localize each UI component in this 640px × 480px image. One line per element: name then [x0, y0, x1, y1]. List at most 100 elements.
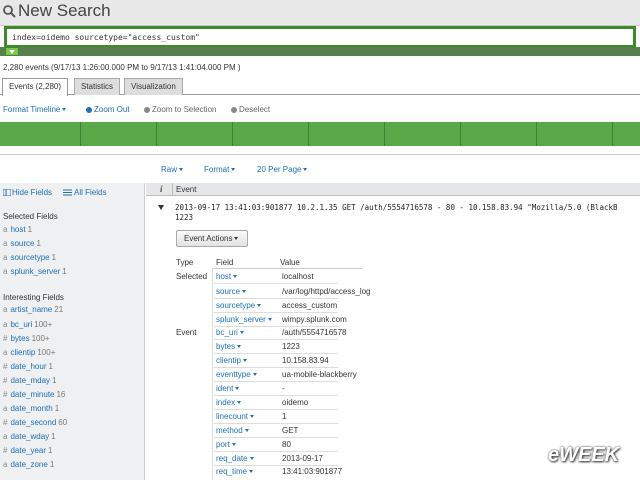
field-item[interactable]: a date_wday 1 — [3, 432, 56, 441]
search-options-dropdown[interactable] — [5, 47, 19, 56]
field-name-menu[interactable]: port — [216, 440, 236, 449]
expand-toggle-icon[interactable] — [158, 205, 164, 210]
field-name-menu[interactable]: splunk_server — [216, 315, 272, 324]
field-item[interactable]: # date_second 60 — [3, 418, 67, 427]
field-name: artist_name — [10, 305, 53, 314]
field-item[interactable]: # date_year 1 — [3, 446, 53, 455]
field-name: date_mday — [10, 376, 51, 385]
timeline-bar-divider — [384, 122, 385, 146]
field-name: date_hour — [10, 362, 47, 371]
field-value[interactable]: /var/log/httpd/access_log — [282, 287, 371, 296]
field-name-menu[interactable]: bytes — [216, 342, 242, 351]
field-item[interactable]: # date_mday 1 — [3, 376, 57, 385]
hash-icon: a — [3, 348, 8, 357]
tab-statistics[interactable]: Statistics — [74, 78, 121, 95]
field-name-menu[interactable]: sourcetype — [216, 301, 262, 310]
timeline-histogram[interactable] — [0, 122, 640, 146]
field-count: 100+ — [31, 334, 50, 343]
results-toolbar: Raw Format 20 Per Page — [0, 163, 640, 177]
timeline-toolbar: Format Timeline Zoom Out Zoom to Selecti… — [0, 104, 640, 118]
field-item[interactable]: a date_zone 1 — [3, 460, 54, 469]
field-value[interactable]: 1223 — [282, 342, 300, 351]
chevron-down-icon — [231, 443, 236, 447]
hash-icon: a — [3, 253, 8, 262]
field-value[interactable]: - — [282, 384, 285, 393]
field-value[interactable]: ua-mobile-blackberry — [282, 370, 357, 379]
field-value[interactable]: oidemo — [282, 398, 308, 407]
tab-events[interactable]: Events (2,280) — [2, 78, 69, 96]
zoom-out-label: Zoom Out — [94, 105, 130, 114]
field-count: 1 — [51, 253, 57, 262]
row-divider — [214, 381, 338, 382]
chevron-down-icon — [179, 168, 184, 172]
sidebar-header: Hide Fields All Fields — [0, 183, 145, 199]
field-name-menu[interactable]: clientip — [216, 356, 247, 365]
field-name-menu[interactable]: req_time — [216, 467, 254, 476]
field-name-menu[interactable]: host — [216, 272, 238, 281]
field-name-menu[interactable]: ident — [216, 384, 240, 393]
event-raw-text[interactable]: 2013-09-17 13:41:03:901877 10.2.1.35 GET… — [175, 203, 618, 212]
field-name: req_date — [216, 454, 248, 463]
hide-fields-button[interactable]: Hide Fields — [2, 188, 52, 197]
field-value[interactable]: 80 — [282, 440, 291, 449]
field-value[interactable]: 2013-09-17 — [282, 454, 323, 463]
field-name: bytes — [10, 334, 30, 343]
format-timeline-menu[interactable]: Format Timeline — [3, 105, 67, 114]
zoom-to-selection-button[interactable]: Zoom to Selection — [144, 105, 216, 114]
fields-sidebar: Hide Fields All Fields Selected Fields a… — [0, 183, 145, 480]
event-table-header: i Event — [146, 183, 640, 196]
field-item[interactable]: a splunk_server 1 — [3, 267, 67, 276]
field-item[interactable]: # date_minute 16 — [3, 390, 65, 399]
field-value[interactable]: wimpy.splunk.com — [282, 315, 347, 324]
field-item[interactable]: a bc_uri 100+ — [3, 320, 52, 329]
field-name-menu[interactable]: req_date — [216, 454, 254, 463]
search-input[interactable] — [7, 29, 633, 45]
field-item[interactable]: a date_month 1 — [3, 404, 59, 413]
field-name-menu[interactable]: bc_uri — [216, 328, 244, 337]
field-count: 16 — [56, 390, 66, 399]
field-value[interactable]: access_custom — [282, 301, 337, 310]
table-divider — [212, 268, 362, 269]
chevron-down-icon — [249, 457, 254, 461]
field-item[interactable]: a clientip 100+ — [3, 348, 55, 357]
field-name-menu[interactable]: eventtype — [216, 370, 257, 379]
field-count: 100+ — [37, 348, 56, 357]
field-item[interactable]: # date_hour 1 — [3, 362, 53, 371]
field-item[interactable]: a artist_name 21 — [3, 305, 63, 314]
deselect-button[interactable]: Deselect — [231, 105, 270, 114]
field-name-menu[interactable]: source — [216, 287, 247, 296]
row-divider — [214, 283, 338, 284]
field-item[interactable]: a source 1 — [3, 239, 41, 248]
chevron-down-icon — [234, 237, 239, 241]
per-page-menu[interactable]: 20 Per Page — [257, 165, 308, 174]
field-name-menu[interactable]: linecount — [216, 412, 255, 421]
field-value[interactable]: 13:41:03:901877 — [282, 467, 342, 476]
event-column-header[interactable]: Event — [176, 185, 196, 194]
search-bar[interactable] — [4, 26, 636, 48]
field-name-menu[interactable]: index — [216, 398, 242, 407]
field-name: bc_uri — [10, 320, 33, 329]
field-count: 1 — [52, 376, 57, 385]
field-value[interactable]: 10.158.83.94 — [282, 356, 329, 365]
field-value[interactable]: GET — [282, 426, 298, 435]
field-value[interactable]: /auth/5554716578 — [282, 328, 347, 337]
raw-view-menu[interactable]: Raw — [161, 165, 184, 174]
field-count: 60 — [58, 418, 68, 427]
field-value[interactable]: localhost — [282, 272, 314, 281]
field-item[interactable]: a sourcetype 1 — [3, 253, 56, 262]
all-fields-button[interactable]: All Fields — [63, 188, 106, 197]
field-name-menu[interactable]: method — [216, 426, 249, 435]
chevron-down-icon — [244, 429, 249, 433]
format-menu[interactable]: Format — [204, 165, 236, 174]
field-item[interactable]: a host 1 — [3, 225, 32, 234]
zoom-out-button[interactable]: Zoom Out — [86, 105, 130, 114]
field-name: date_minute — [10, 390, 55, 399]
field-value[interactable]: 1 — [282, 412, 286, 421]
field-item[interactable]: # bytes 100+ — [3, 334, 50, 343]
tab-visualization[interactable]: Visualization — [124, 78, 183, 95]
collapse-icon — [2, 188, 12, 197]
event-raw-text-continued[interactable]: 1223 — [175, 213, 193, 222]
row-divider — [214, 409, 338, 410]
timeline-bar-divider — [536, 122, 537, 146]
event-actions-button[interactable]: Event Actions — [176, 230, 248, 247]
